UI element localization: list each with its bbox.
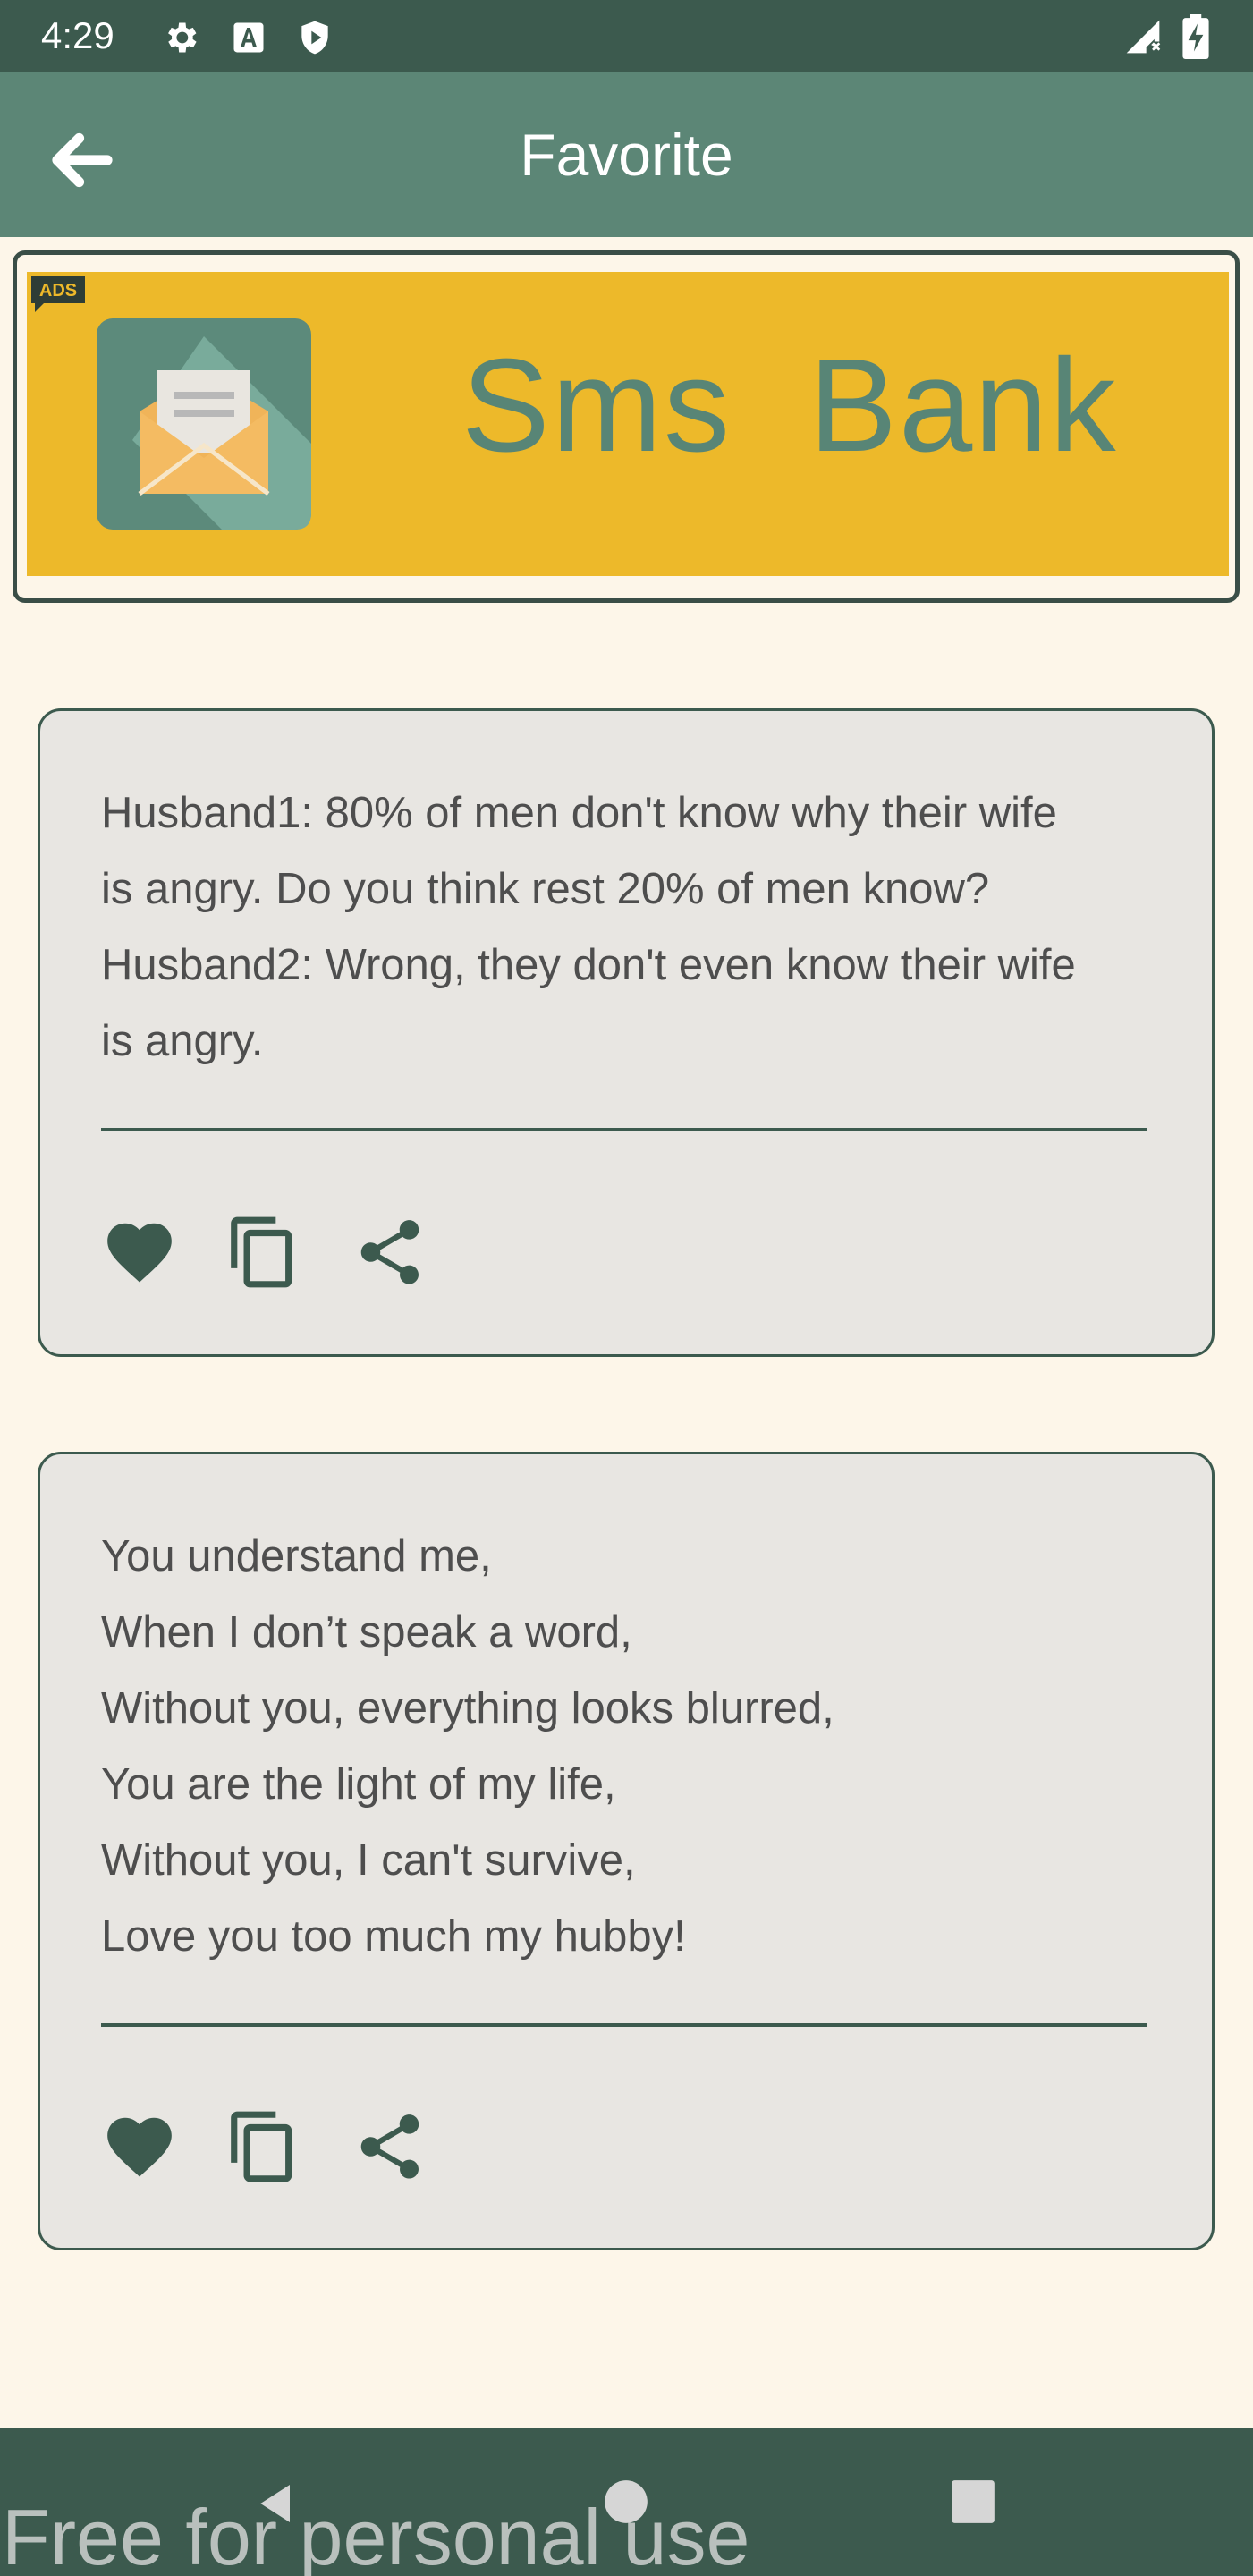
status-bar: 4:29 [0, 0, 1253, 72]
message-line: is angry. Do you think rest 20% of men k… [101, 865, 990, 913]
page-title: Favorite [520, 122, 733, 188]
status-time: 4:29 [41, 14, 114, 56]
battery-charging-icon [1182, 14, 1209, 59]
recents-square-icon[interactable] [950, 2479, 996, 2525]
message-card: You understand me, When I don’t speak a … [38, 1452, 1215, 2250]
message-card: Husband1: 80% of men don't know why thei… [38, 708, 1215, 1357]
envelope-icon [97, 318, 311, 530]
heart-icon[interactable] [101, 1214, 178, 1291]
ads-badge-label: ADS [39, 281, 77, 301]
message-line: Without you, everything looks blurred, [101, 1684, 834, 1733]
divider [101, 1128, 1147, 1131]
ads-badge: ADS [31, 276, 85, 312]
message-line: Husband1: 80% of men don't know why thei… [101, 789, 1057, 837]
copy-icon[interactable] [224, 2108, 301, 2185]
message-line: Love you too much my hubby! [101, 1912, 686, 1961]
divider [101, 2023, 1147, 2027]
heart-icon[interactable] [101, 2108, 178, 2185]
font-icon [233, 22, 264, 53]
copy-icon[interactable] [224, 1214, 301, 1291]
app-bar: Favorite [0, 72, 1253, 237]
message-line: When I don’t speak a word, [101, 1608, 632, 1657]
signal-no-data-icon [1126, 20, 1161, 54]
shield-icon [301, 21, 328, 55]
ad-inner: Sms Bank [27, 272, 1229, 576]
message-text: You understand me, When I don’t speak a … [101, 1519, 1174, 1975]
message-line: is angry. [101, 1017, 264, 1065]
share-icon[interactable] [351, 2108, 428, 2185]
share-icon[interactable] [351, 1214, 428, 1291]
ad-banner[interactable]: Sms Bank ADS [13, 250, 1240, 603]
back-triangle-icon[interactable] [252, 2479, 302, 2529]
home-circle-icon[interactable] [603, 2479, 649, 2525]
navigation-bar [0, 2428, 1253, 2576]
message-text: Husband1: 80% of men don't know why thei… [101, 775, 1174, 1080]
message-line: Without you, I can't survive, [101, 1836, 636, 1885]
message-line: Husband2: Wrong, they don't even know th… [101, 941, 1076, 989]
ad-text: Sms Bank [461, 332, 1118, 479]
message-line: You understand me, [101, 1532, 492, 1580]
gear-icon [168, 22, 197, 53]
message-line: You are the light of my life, [101, 1760, 616, 1809]
